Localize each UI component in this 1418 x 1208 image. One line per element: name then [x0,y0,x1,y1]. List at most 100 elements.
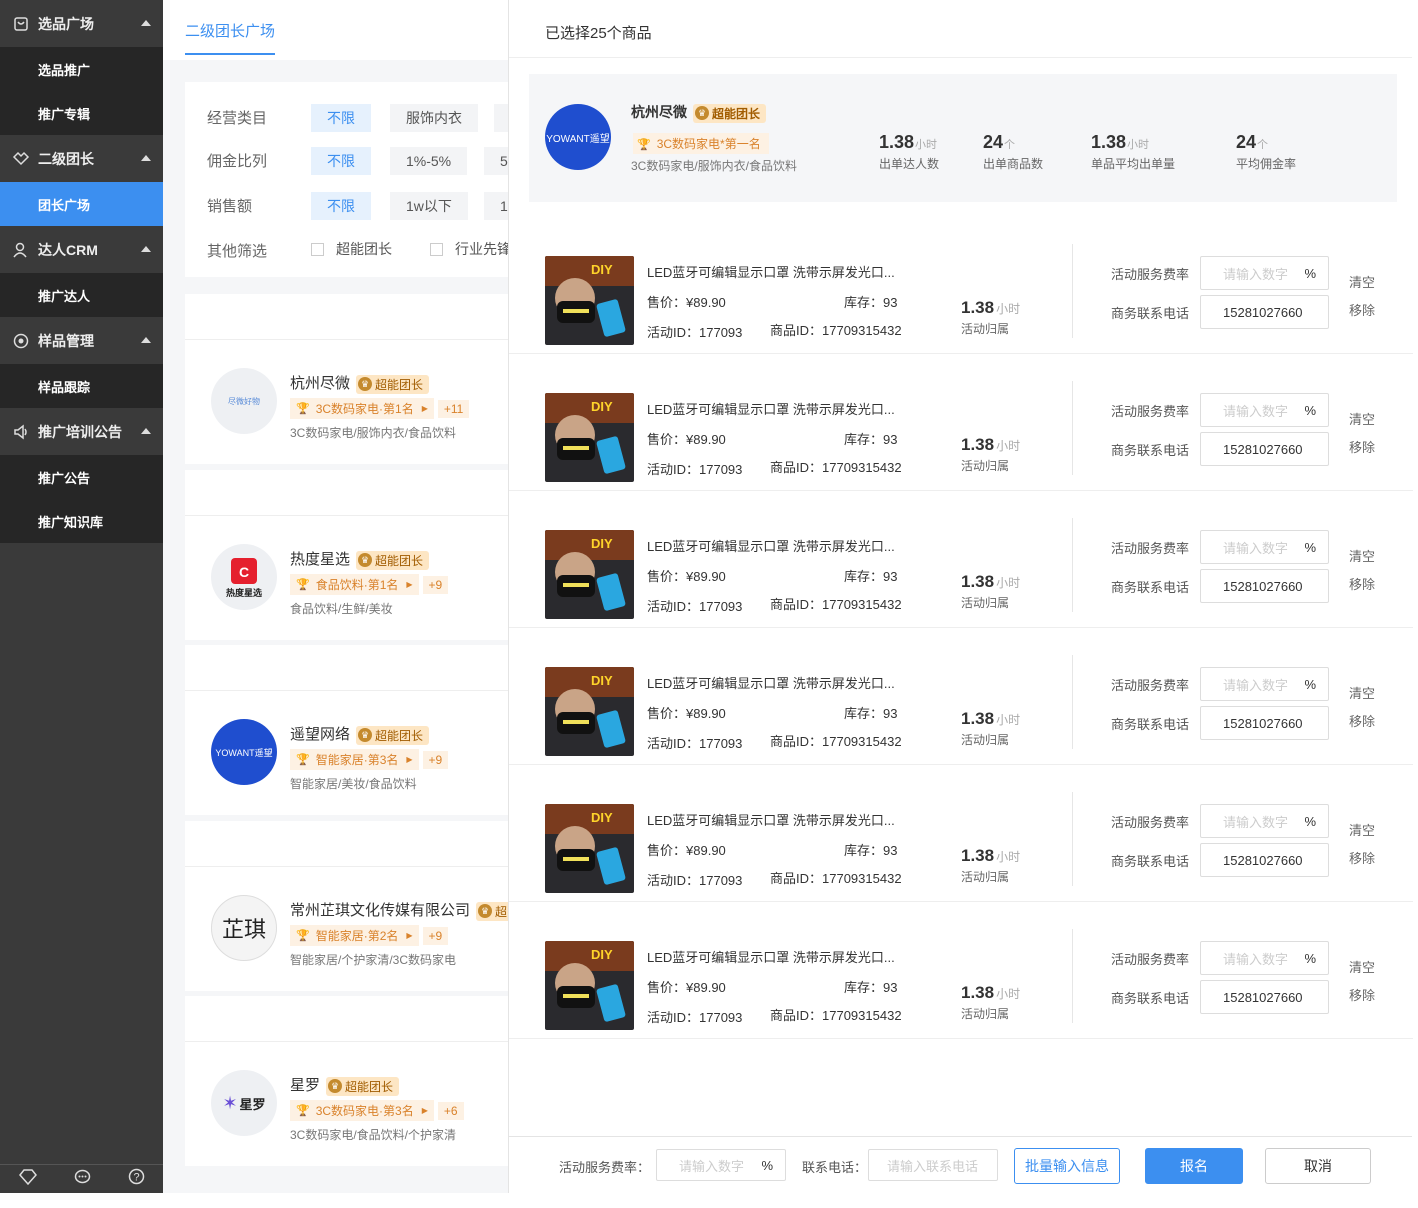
team-categories: 3C数码家电/食品饮料/个护家清 [290,1128,457,1142]
fee-rate-input[interactable]: 请输入数字% [1200,804,1329,838]
logo-art: C 热度星选 [226,558,262,599]
filter-option[interactable]: 不限 [311,104,371,132]
phone-input[interactable]: 15281027660 [1200,432,1329,466]
more-count[interactable]: +9 [422,926,449,945]
more-count[interactable]: +9 [422,750,449,769]
team-card[interactable]: YOWANT遥望 遥望网络 ♛ 超能团长 🏆 智能家居·第3名 ▶ +9 智能家居/美妆/… [185,645,508,815]
sidebar-item-selection-promo[interactable]: 选品推广 [0,47,163,91]
clear-button[interactable]: 清空 [1349,546,1375,565]
trophy-icon: 🏆 [296,403,310,415]
activity-hours: 1.38 小时 活动归属 [961,435,1021,473]
filter-option[interactable]: 1 [484,192,508,220]
crown-icon: ♛ [358,728,373,743]
sidebar-item-promo-album[interactable]: 推广专辑 [0,91,163,135]
clear-button[interactable]: 清空 [1349,272,1375,291]
team-name-row: 杭州尽微 ♛ 超能团长 [631,102,767,123]
fee-label: 活动服务费率 [1111,404,1190,419]
logo-text: YOWANT遥望 [215,747,273,758]
product-title: LED蓝牙可编辑显示口罩 洗带示屏发光口... [647,813,895,828]
team-categories: 3C数码家电/服饰内衣/食品饮料 [290,426,457,440]
fee-label: 活动服务费率 [1111,678,1190,693]
clear-button[interactable]: 清空 [1349,409,1375,428]
svg-text:DIY: DIY [591,947,613,962]
sidebar-item-influencers[interactable]: 推广达人 [0,273,163,317]
sidebar-item-sample-tracking[interactable]: 样品跟踪 [0,364,163,408]
fee-label: 活动服务费率 [1111,541,1190,556]
user-icon [12,241,30,259]
phone-input[interactable]: 15281027660 [1200,569,1329,603]
remove-button[interactable]: 移除 [1349,985,1375,1004]
filter-option[interactable] [494,104,508,132]
svg-text:?: ? [133,1172,139,1184]
sidebar-group-crm[interactable]: 达人CRM [0,226,163,273]
cancel-button[interactable]: 取消 [1265,1148,1371,1184]
team-card[interactable]: 芷琪 常州芷琪文化传媒有限公司 ♛ 超 🏆 智能家居·第2名 ▶ +9 智能家居/个护家清… [185,821,508,991]
filter-option[interactable]: 服饰内衣 [390,104,478,132]
footer-fee-input[interactable]: 请输入数字% [656,1149,786,1181]
phone-input[interactable]: 15281027660 [1200,706,1329,740]
phone-input[interactable]: 15281027660 [1200,843,1329,877]
footer-phone-input[interactable]: 请输入联系电话 [868,1149,998,1181]
product-price: 售价：¥89.90 [647,980,726,995]
team-card[interactable]: 尽微好物 杭州尽微 ♛ 超能团长 🏆 3C数码家电·第1名 ▶ +11 3C数码家电/服饰… [185,294,508,464]
team-card[interactable]: ✶ 星罗 星罗 ♛ 超能团长 🏆 3C数码家电·第3名 ▶ +6 3C数码家电/食品饮料/… [185,996,508,1166]
sidebar-group-selection[interactable]: 选品广场 [0,0,163,47]
filter-option[interactable]: 1w以下 [390,192,468,220]
filter-option[interactable]: 不限 [311,147,371,175]
fee-rate-input[interactable]: 请输入数字% [1200,941,1329,975]
more-count[interactable]: +11 [437,399,470,418]
remove-button[interactable]: 移除 [1349,711,1375,730]
remove-button[interactable]: 移除 [1349,437,1375,456]
team-rank-row: 🏆 智能家居·第3名 ▶ +9 [290,749,449,770]
svg-text:DIY: DIY [591,810,613,825]
sidebar-group-label: 二级团长 [38,150,94,167]
clear-button[interactable]: 清空 [1349,957,1375,976]
batch-input-button[interactable]: 批量输入信息 [1014,1148,1120,1184]
phone-input[interactable]: 15281027660 [1200,980,1329,1014]
filter-option[interactable]: 5 [484,147,508,175]
fee-rate-input[interactable]: 请输入数字% [1200,393,1329,427]
badge-label: 超能团长 [345,1079,394,1094]
activity-id: 活动ID：177093 [647,736,743,751]
clear-button[interactable]: 清空 [1349,820,1375,839]
help-icon[interactable]: ? [128,1168,145,1190]
checkbox-label: 行业先锋 [455,241,508,257]
fee-rate-input[interactable]: 请输入数字% [1200,667,1329,701]
remove-button[interactable]: 移除 [1349,848,1375,867]
trophy-icon: 🏆 [296,1105,310,1117]
signup-button[interactable]: 报名 [1145,1148,1243,1184]
clear-button[interactable]: 清空 [1349,683,1375,702]
rank-text: 智能家居·第2名 [315,929,399,943]
phone-label: 商务联系电话 [1111,854,1190,869]
sidebar-group-label: 推广培训公告 [38,423,122,440]
phone-input[interactable]: 15281027660 [1200,295,1329,329]
more-count[interactable]: +6 [437,1101,464,1120]
fee-rate-input[interactable]: 请输入数字% [1200,530,1329,564]
more-count[interactable]: +9 [422,575,449,594]
sidebar-group-leaders[interactable]: 二级团长 [0,135,163,182]
team-card[interactable]: C 热度星选 热度星选 ♛ 超能团长 🏆 食品饮料·第1名 ▶ +9 食品饮料/生鲜/美妆 [185,470,508,640]
product-image: DIY [545,941,634,1030]
caret-right-icon: ▶ [421,1106,428,1115]
sidebar-group-samples[interactable]: 样品管理 [0,317,163,364]
remove-button[interactable]: 移除 [1349,574,1375,593]
product-price: 售价：¥89.90 [647,295,726,310]
checkbox-industry-pioneer[interactable]: 行业先锋 [430,239,508,259]
chat-icon[interactable] [74,1169,91,1190]
eye-icon [12,332,30,350]
fee-label: 活动服务费率 [1111,267,1190,282]
filter-option[interactable]: 1%-5% [390,147,468,175]
stat-unit: 小时 [915,139,938,151]
tab-leader-square[interactable]: 二级团长广场 [185,20,275,41]
remove-button[interactable]: 移除 [1349,300,1375,319]
fee-rate-input[interactable]: 请输入数字% [1200,256,1329,290]
sidebar-group-training[interactable]: 推广培训公告 [0,408,163,455]
divider [1072,792,1073,886]
diamond-icon[interactable] [18,1168,37,1190]
stat-value: 1.38 [1091,132,1127,152]
sidebar-item-knowledge-base[interactable]: 推广知识库 [0,499,163,543]
sidebar-item-announcements[interactable]: 推广公告 [0,455,163,499]
checkbox-super-leader[interactable]: 超能团长 [311,239,392,259]
sidebar-item-leader-square[interactable]: 团长广场 [0,182,163,226]
filter-option[interactable]: 不限 [311,192,371,220]
